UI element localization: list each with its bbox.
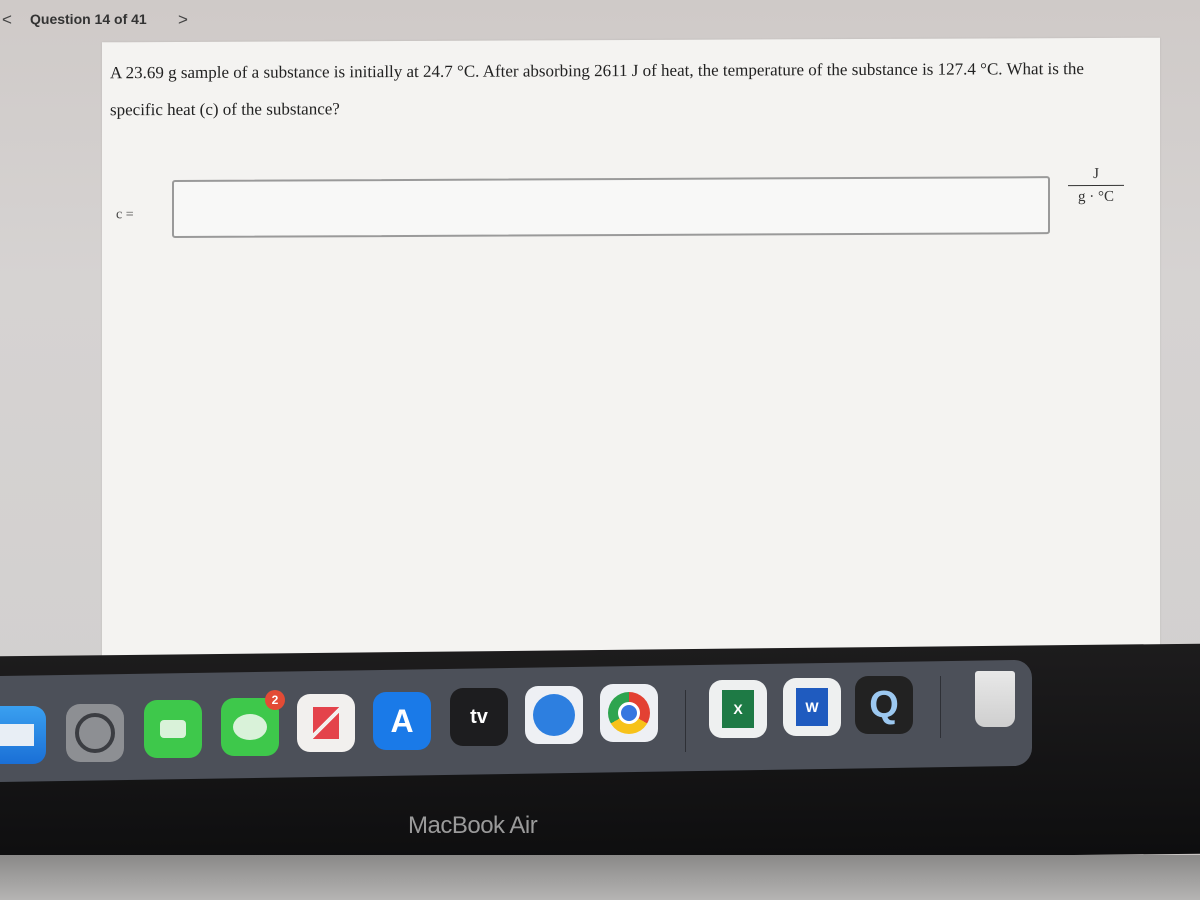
app-store-icon[interactable]: A [373,692,431,750]
settings-icon[interactable] [66,704,124,762]
mail-icon[interactable] [0,706,46,764]
quicktime-icon[interactable]: Q [855,676,913,734]
chevron-right-icon[interactable]: > [178,10,188,30]
unit-numerator: J [1068,165,1124,187]
unit-denominator: g · °C [1078,188,1114,206]
device-label: MacBook Air [408,812,538,839]
answer-label: c = [116,207,134,223]
facetime-icon[interactable] [144,700,202,758]
messages-icon[interactable]: 2 [221,690,285,756]
news-icon[interactable] [297,694,355,752]
question-text: A 23.69 g sample of a substance is initi… [110,59,1084,120]
chevron-left-icon[interactable]: < [2,10,12,30]
excel-icon[interactable]: X [709,680,767,738]
screen: < Question 14 of 41 > A 23.69 g sample o… [0,0,1200,700]
apple-tv-icon[interactable]: tv [450,688,508,746]
messages-badge: 2 [265,690,285,710]
dock-separator [685,690,686,752]
safari-icon[interactable] [525,686,583,744]
trash-icon[interactable] [966,670,1024,728]
word-icon[interactable]: W [783,678,841,736]
unit-fraction: J g · °C [1068,165,1124,206]
question-card: A 23.69 g sample of a substance is initi… [102,37,1160,657]
keyboard [0,855,1200,900]
dock-separator [940,676,941,738]
question-counter: Question 14 of 41 [30,11,147,27]
answer-input[interactable] [172,176,1050,239]
chrome-icon[interactable] [600,684,658,742]
